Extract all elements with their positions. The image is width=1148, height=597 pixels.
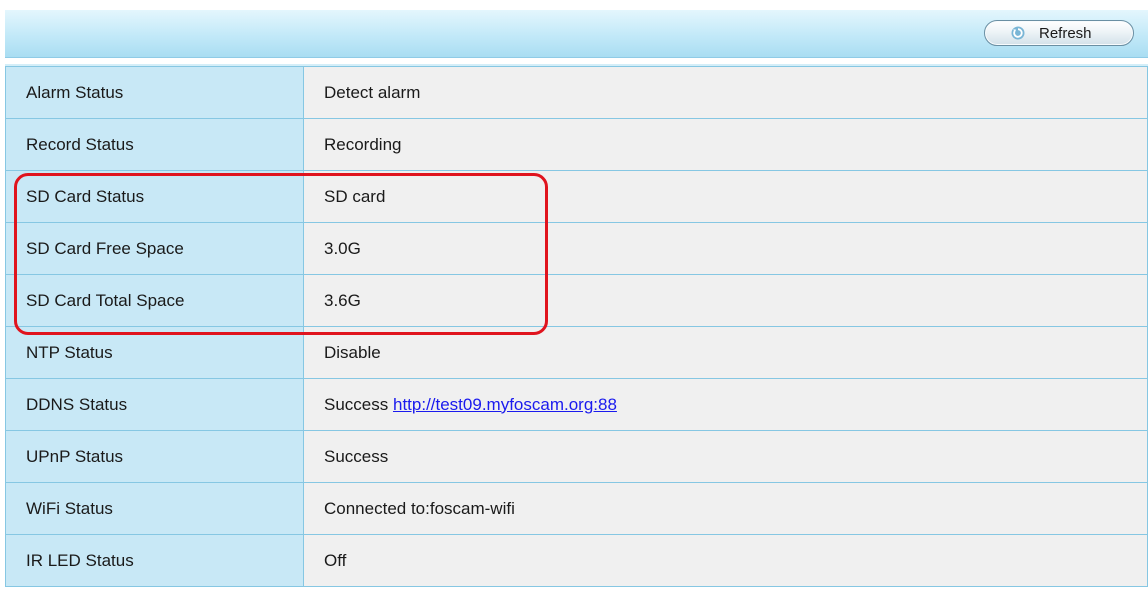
row-label: SD Card Total Space [5,274,304,327]
table-row: Record Status Recording [5,118,1148,171]
table-row: UPnP Status Success [5,430,1148,483]
table-row: Alarm Status Detect alarm [5,66,1148,119]
row-value: Detect alarm [303,66,1148,119]
row-label: WiFi Status [5,482,304,535]
ddns-link[interactable]: http://test09.myfoscam.org:88 [393,395,617,414]
row-label: IR LED Status [5,534,304,587]
row-value: 3.6G [303,274,1148,327]
row-label: Alarm Status [5,66,304,119]
row-label: NTP Status [5,326,304,379]
row-value: Recording [303,118,1148,171]
row-value: Disable [303,326,1148,379]
refresh-icon [1011,26,1025,40]
table-row: SD Card Status SD card [5,170,1148,223]
refresh-button[interactable]: Refresh [984,20,1134,46]
row-value: 3.0G [303,222,1148,275]
row-label: SD Card Status [5,170,304,223]
row-label: DDNS Status [5,378,304,431]
status-table: Alarm Status Detect alarm Record Status … [5,66,1148,587]
row-label: Record Status [5,118,304,171]
row-value: SD card [303,170,1148,223]
refresh-button-label: Refresh [1039,25,1092,42]
ddns-status-text: Success [324,394,389,414]
row-value: Connected to:foscam-wifi [303,482,1148,535]
table-row: SD Card Total Space 3.6G [5,274,1148,327]
table-row: NTP Status Disable [5,326,1148,379]
table-row: WiFi Status Connected to:foscam-wifi [5,482,1148,535]
row-label: SD Card Free Space [5,222,304,275]
table-row: IR LED Status Off [5,534,1148,587]
table-row: DDNS Status Success http://test09.myfosc… [5,378,1148,431]
table-row: SD Card Free Space 3.0G [5,222,1148,275]
row-value: Success [303,430,1148,483]
row-value: Off [303,534,1148,587]
status-table-container: Alarm Status Detect alarm Record Status … [5,64,1148,587]
row-value-ddns: Success http://test09.myfoscam.org:88 [303,378,1148,431]
status-page: Refresh Alarm Status Detect alarm Record… [0,0,1148,597]
toolbar: Refresh [5,10,1148,58]
row-label: UPnP Status [5,430,304,483]
